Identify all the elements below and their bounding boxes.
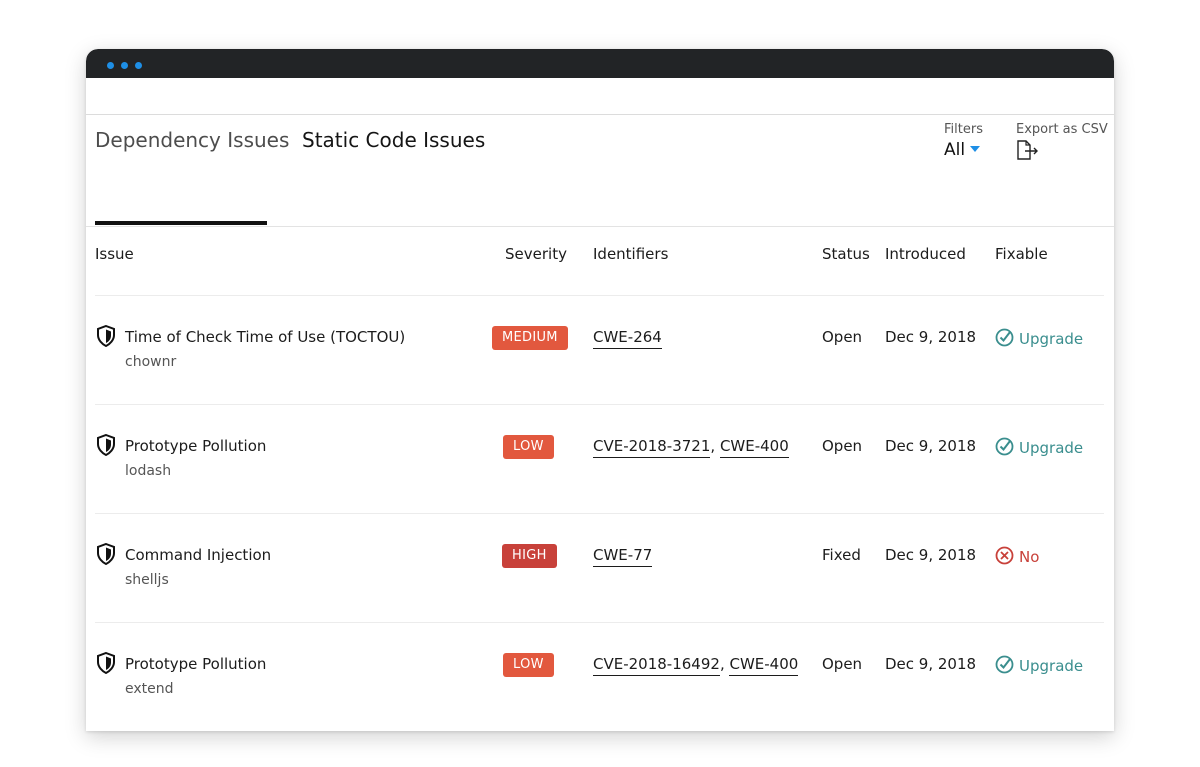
window-titlebar	[86, 49, 1114, 78]
identifier-link[interactable]: CWE-400	[719, 437, 789, 458]
identifiers: CWE-264	[593, 328, 662, 349]
header-fixable: Fixable	[995, 245, 1048, 263]
issue-package: extend	[125, 681, 174, 697]
fixable-text: No	[1019, 548, 1040, 566]
introduced-date: Dec 9, 2018	[885, 328, 977, 346]
identifier-link[interactable]: CVE-2018-16492	[593, 655, 720, 676]
shield-icon	[96, 324, 116, 351]
identifier-link[interactable]: CVE-2018-3721	[593, 437, 711, 458]
header-status: Status	[822, 245, 870, 263]
fixable-text: Upgrade	[1019, 439, 1084, 457]
shield-icon	[96, 433, 116, 460]
issue-title: Prototype Pollution	[125, 655, 267, 673]
fixable-upgrade[interactable]: Upgrade	[995, 437, 1083, 457]
fixable-text: Upgrade	[1019, 330, 1084, 348]
export-file-icon[interactable]	[1016, 140, 1040, 164]
issue-title: Prototype Pollution	[125, 437, 267, 455]
shield-icon	[96, 542, 116, 569]
identifier-link[interactable]: CWE-400	[729, 655, 799, 676]
header-issue: Issue	[95, 245, 134, 263]
status-text: Open	[822, 437, 863, 455]
tab-dependency-issues[interactable]: Dependency Issues	[95, 127, 289, 153]
tab-static-code-issues[interactable]: Static Code Issues	[302, 127, 485, 153]
status-text: Open	[822, 655, 863, 673]
fixable-upgrade[interactable]: Upgrade	[995, 328, 1083, 348]
severity-badge: LOW	[503, 653, 554, 677]
fixable-upgrade[interactable]: Upgrade	[995, 655, 1083, 675]
table-row[interactable]: Command Injection shelljs HIGH CWE-77 Fi…	[95, 513, 1104, 622]
tab-bar: Dependency Issues Static Code Issues Fil…	[86, 115, 1114, 227]
identifiers: CVE-2018-16492, CWE-400	[593, 655, 799, 676]
filters-dropdown[interactable]: All	[944, 140, 981, 160]
introduced-date: Dec 9, 2018	[885, 655, 977, 673]
window-dot-3[interactable]	[135, 62, 142, 69]
header-severity: Severity	[505, 245, 567, 263]
caret-down-icon	[970, 146, 981, 152]
check-circle-icon	[995, 655, 1014, 674]
issue-package: shelljs	[125, 572, 169, 588]
issue-package: lodash	[125, 463, 172, 479]
fixable-no: No	[995, 546, 1039, 566]
issue-title: Command Injection	[125, 546, 272, 564]
table-row[interactable]: Prototype Pollution lodash LOW CVE-2018-…	[95, 404, 1104, 513]
status-text: Open	[822, 328, 863, 346]
active-tab-indicator	[95, 221, 267, 225]
window-dot-1[interactable]	[107, 62, 114, 69]
severity-badge: MEDIUM	[492, 326, 568, 350]
header-introduced: Introduced	[885, 245, 966, 263]
issue-package: chownr	[125, 354, 177, 370]
shield-icon	[96, 651, 116, 678]
check-circle-icon	[995, 328, 1014, 347]
filters-value: All	[944, 140, 966, 160]
identifier-link[interactable]: CWE-77	[593, 546, 653, 567]
issue-title: Time of Check Time of Use (TOCTOU)	[125, 328, 406, 346]
fixable-text: Upgrade	[1019, 657, 1084, 675]
table-row[interactable]: Prototype Pollution extend LOW CVE-2018-…	[95, 622, 1104, 731]
check-circle-icon	[995, 437, 1014, 456]
header-identifiers: Identifiers	[593, 245, 669, 263]
identifiers: CVE-2018-3721, CWE-400	[593, 437, 789, 458]
table-row[interactable]: Time of Check Time of Use (TOCTOU) chown…	[95, 295, 1104, 404]
toolbar-strip	[86, 78, 1114, 115]
x-circle-icon	[995, 546, 1014, 565]
severity-badge: HIGH	[502, 544, 557, 568]
identifier-link[interactable]: CWE-264	[593, 328, 662, 349]
filters-label: Filters	[944, 122, 983, 137]
severity-badge: LOW	[503, 435, 554, 459]
app-window: Dependency Issues Static Code Issues Fil…	[86, 49, 1114, 731]
status-text: Fixed	[822, 546, 861, 564]
export-label: Export as CSV	[1016, 122, 1108, 137]
introduced-date: Dec 9, 2018	[885, 437, 977, 455]
introduced-date: Dec 9, 2018	[885, 546, 977, 564]
window-dot-2[interactable]	[121, 62, 128, 69]
identifiers: CWE-77	[593, 546, 653, 567]
